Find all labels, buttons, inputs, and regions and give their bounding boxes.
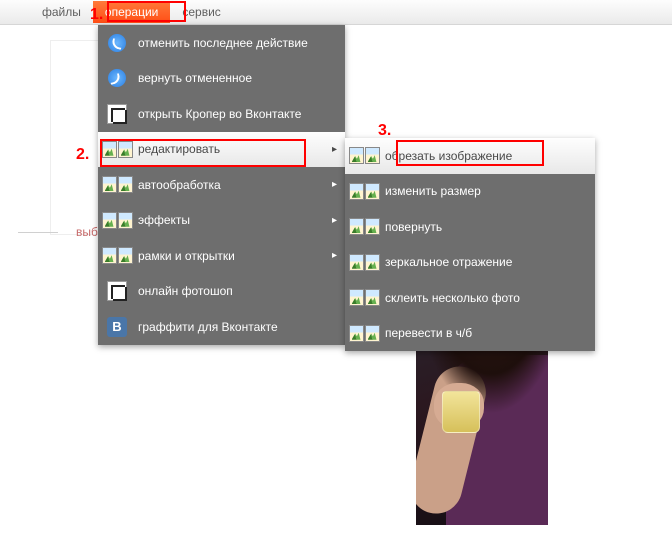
image-thumbs-icon bbox=[353, 322, 375, 344]
operations-item-2-label: открыть Кропер во Вконтакте bbox=[138, 107, 337, 121]
operations-menu: отменить последнее действие вернуть отмен… bbox=[98, 25, 345, 345]
submenu-arrow-icon: ▸ bbox=[332, 250, 337, 261]
image-thumbs-icon bbox=[353, 180, 375, 202]
edit-item-1[interactable]: изменить размер bbox=[345, 174, 595, 210]
vk-icon: В bbox=[106, 316, 128, 338]
image-thumbs-icon bbox=[106, 245, 128, 267]
operations-item-8[interactable]: Вграффити для Вконтакте bbox=[98, 309, 345, 345]
operations-item-1[interactable]: вернуть отмененное bbox=[98, 61, 345, 97]
annotation-3: 3. bbox=[378, 122, 391, 140]
operations-item-7-label: онлайн фотошоп bbox=[138, 284, 337, 298]
edit-item-3[interactable]: зеркальное отражение bbox=[345, 245, 595, 281]
image-thumbs-icon bbox=[353, 287, 375, 309]
image-thumbs-icon bbox=[106, 174, 128, 196]
crop-icon bbox=[106, 280, 128, 302]
operations-item-6-label: рамки и открытки bbox=[138, 249, 326, 263]
image-thumbs-icon bbox=[353, 216, 375, 238]
edit-item-4[interactable]: склеить несколько фото bbox=[345, 280, 595, 316]
edit-item-5[interactable]: перевести в ч/б bbox=[345, 316, 595, 352]
submenu-arrow-icon: ▸ bbox=[332, 144, 337, 155]
menu-service[interactable]: сервис bbox=[170, 1, 232, 23]
menu-operations[interactable]: операции bbox=[93, 1, 170, 23]
operations-item-8-label: граффити для Вконтакте bbox=[138, 320, 337, 334]
operations-item-3-label: редактировать bbox=[138, 142, 326, 156]
operations-item-0-label: отменить последнее действие bbox=[138, 36, 337, 50]
operations-item-0[interactable]: отменить последнее действие bbox=[98, 25, 345, 61]
undo-icon bbox=[106, 32, 128, 54]
redo-icon bbox=[106, 67, 128, 89]
operations-item-5[interactable]: эффекты ▸ bbox=[98, 203, 345, 239]
operations-item-4[interactable]: автообработка ▸ bbox=[98, 167, 345, 203]
operations-item-6[interactable]: рамки и открытки ▸ bbox=[98, 238, 345, 274]
edit-item-2[interactable]: повернуть bbox=[345, 209, 595, 245]
operations-item-7[interactable]: онлайн фотошоп bbox=[98, 274, 345, 310]
operations-item-1-label: вернуть отмененное bbox=[138, 71, 337, 85]
annotation-1: 1. bbox=[90, 6, 103, 24]
operations-item-3[interactable]: редактировать ▸ bbox=[98, 132, 345, 168]
edit-item-3-label: зеркальное отражение bbox=[385, 255, 587, 269]
image-thumbs-icon bbox=[353, 145, 375, 167]
edit-item-0-label: обрезать изображение bbox=[385, 149, 587, 163]
edit-item-2-label: повернуть bbox=[385, 220, 587, 234]
operations-item-5-label: эффекты bbox=[138, 213, 326, 227]
edit-item-4-label: склеить несколько фото bbox=[385, 291, 587, 305]
edit-item-1-label: изменить размер bbox=[385, 184, 587, 198]
edit-submenu: обрезать изображение изменить размер повер… bbox=[345, 138, 595, 351]
image-thumbs-icon bbox=[106, 138, 128, 160]
crop-icon bbox=[106, 103, 128, 125]
image-thumbs-icon bbox=[106, 209, 128, 231]
divider bbox=[18, 232, 58, 233]
operations-item-2[interactable]: открыть Кропер во Вконтакте bbox=[98, 96, 345, 132]
operations-item-4-label: автообработка bbox=[138, 178, 326, 192]
image-thumbs-icon bbox=[353, 251, 375, 273]
annotation-2: 2. bbox=[76, 146, 89, 164]
edit-item-0[interactable]: обрезать изображение bbox=[345, 138, 595, 174]
submenu-arrow-icon: ▸ bbox=[332, 179, 337, 190]
edit-item-5-label: перевести в ч/б bbox=[385, 326, 587, 340]
submenu-arrow-icon: ▸ bbox=[332, 215, 337, 226]
menu-files[interactable]: файлы bbox=[30, 1, 93, 23]
